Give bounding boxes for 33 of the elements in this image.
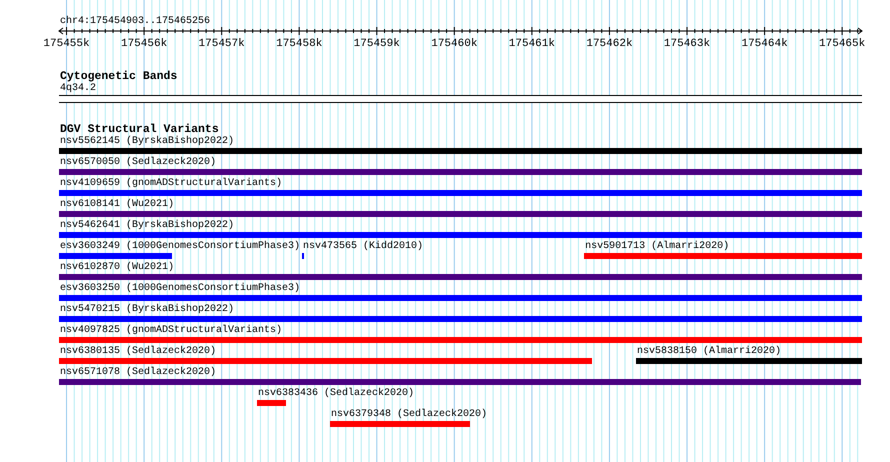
ruler-tick-label: 175456k [120, 38, 168, 49]
ruler-tick-label: 175464k [741, 38, 788, 49]
variant-label: nsv5462641 (ByrskaBishop2022) [59, 220, 234, 231]
ruler-tick-label: 175462k [586, 38, 633, 49]
ruler-tick-label: 175465k [819, 38, 866, 49]
variant-label: nsv4109659 (gnomADStructuralVariants) [59, 178, 282, 189]
variant-label: nsv6379348 (Sedlazeck2020) [330, 409, 488, 420]
variant-label: nsv6102870 (Wu2021) [59, 262, 174, 273]
ruler-tick-label: 175458k [276, 38, 322, 49]
cytoband-label: 4q34.2 [60, 83, 98, 94]
variant-bar[interactable] [302, 253, 304, 259]
ruler-tick-label: 175455k [43, 38, 90, 49]
variant-label: nsv5470215 (ByrskaBishop2022) [59, 304, 234, 315]
variant-label: nsv473565 (Kidd2010) [302, 241, 424, 252]
variant-label: nsv6380135 (Sedlazeck2020) [59, 346, 216, 357]
variant-label: esv3603250 (1000GenomesConsortiumPhase3) [59, 283, 300, 294]
variant-label: esv3603249 (1000GenomesConsortiumPhase3) [59, 241, 300, 252]
ruler-tick-label: 175460k [431, 38, 478, 49]
ruler-tick-label: 175461k [508, 38, 555, 49]
track-title: Cytogenetic Bands [60, 71, 178, 83]
variant-label: nsv4097825 (gnomADStructuralVariants) [59, 325, 282, 336]
variant-label: nsv5901713 (Almarri2020) [584, 241, 730, 252]
variant-label: nsv5838150 (Almarri2020) [636, 346, 782, 357]
track-title: DGV Structural Variants [60, 124, 219, 136]
variant-label: nsv6383436 (Sedlazeck2020) [257, 388, 414, 399]
ruler-tick-label: 175463k [664, 38, 710, 49]
variant-label: nsv6108141 (Wu2021) [59, 199, 174, 210]
ruler-tick-label: 175457k [198, 38, 245, 49]
variant-label: nsv6570050 (Sedlazeck2020) [59, 157, 216, 168]
variant-label: nsv5562145 (ByrskaBishop2022) [59, 136, 234, 147]
ruler-title: chr4:175454903..175465256 [59, 14, 212, 27]
variant-label: nsv6571078 (Sedlazeck2020) [59, 367, 216, 378]
ruler-tick-label: 175459k [354, 38, 400, 49]
